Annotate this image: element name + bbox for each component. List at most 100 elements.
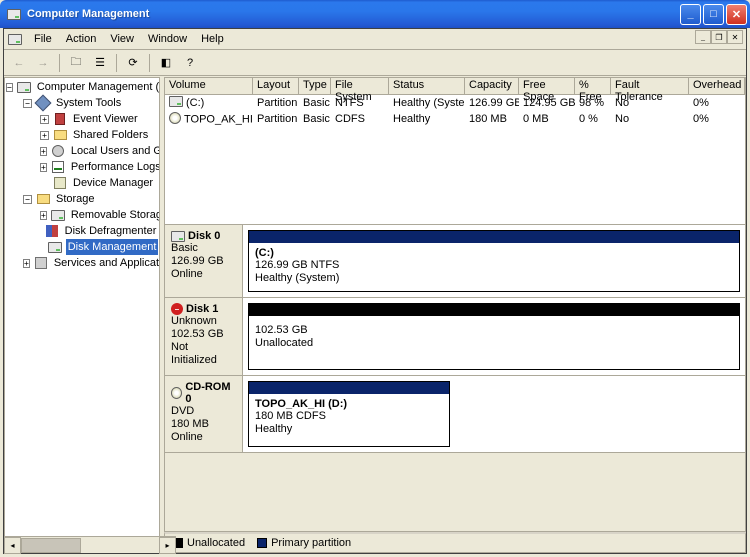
partition-size: 180 MB CDFS: [255, 410, 443, 423]
col-fs[interactable]: File System: [331, 78, 389, 94]
tree-diskmgmt[interactable]: Disk Management: [6, 239, 158, 255]
mdi-child-window: File Action View Window Help _ ❐ ✕ ← → 🗀…: [3, 28, 747, 554]
forward-button[interactable]: →: [32, 52, 54, 74]
disk-kind: DVD: [171, 405, 236, 418]
close-button[interactable]: ✕: [726, 4, 747, 25]
col-overhead[interactable]: Overhead: [689, 78, 745, 94]
col-type[interactable]: Type: [299, 78, 331, 94]
perf-icon: [50, 159, 66, 175]
tree-device-mgr[interactable]: Device Manager: [6, 175, 158, 191]
toolbar: ← → 🗀 ☰ ⟳ ◧ ?: [4, 50, 746, 76]
mdi-restore-button[interactable]: ❐: [711, 30, 727, 44]
menu-window[interactable]: Window: [141, 31, 194, 47]
tree-event-viewer[interactable]: +Event Viewer: [6, 111, 158, 127]
diskmgmt-icon: [47, 239, 63, 255]
legend: Unallocated Primary partition: [164, 532, 746, 553]
volume-list-header: Volume Layout Type File System Status Ca…: [165, 78, 745, 95]
mdi-minimize-button[interactable]: _: [695, 30, 711, 44]
volume-row[interactable]: TOPO_AK_HI (D:)PartitionBasicCDFSHealthy…: [165, 111, 745, 127]
menu-help[interactable]: Help: [194, 31, 231, 47]
shared-folders-icon: [52, 127, 68, 143]
col-fault[interactable]: Fault Tolerance: [611, 78, 689, 94]
disk-row: –Disk 1Unknown102.53 GBNot Initialized10…: [165, 298, 745, 376]
nav-tree-pane: −Computer Management (Local) −System Too…: [4, 77, 160, 553]
partition-status: Healthy: [255, 423, 443, 436]
disk-state: Online: [171, 431, 236, 444]
event-viewer-icon: [52, 111, 68, 127]
disk-partition[interactable]: (C:)126.99 GB NTFSHealthy (System): [248, 230, 740, 292]
mdi-close-button[interactable]: ✕: [727, 30, 743, 44]
disk-state: Online: [171, 268, 236, 281]
disk-size: 180 MB: [171, 418, 236, 431]
tree-system-tools[interactable]: −System Tools: [6, 95, 158, 111]
menu-bar: File Action View Window Help _ ❐ ✕: [4, 29, 746, 50]
partition-title: TOPO_AK_HI (D:): [255, 398, 443, 410]
tree-services[interactable]: +Services and Applications: [6, 255, 158, 271]
tree-perf-logs[interactable]: +Performance Logs and Alerts: [6, 159, 158, 175]
volume-list: Volume Layout Type File System Status Ca…: [164, 77, 746, 225]
disk-partition[interactable]: TOPO_AK_HI (D:)180 MB CDFSHealthy: [248, 381, 450, 447]
device-mgr-icon: [52, 175, 68, 191]
disk-size: 126.99 GB: [171, 255, 236, 268]
tree-root[interactable]: −Computer Management (Local): [6, 79, 158, 95]
maximize-button[interactable]: □: [703, 4, 724, 25]
disk-info[interactable]: CD-ROM 0DVD180 MBOnline: [165, 376, 243, 452]
tools-icon: [35, 95, 51, 111]
scroll-right-icon[interactable]: ▸: [159, 537, 160, 553]
disk-name: CD-ROM 0: [171, 381, 236, 405]
computer-icon: [16, 79, 32, 95]
tree-removable[interactable]: +Removable Storage: [6, 207, 158, 223]
back-button[interactable]: ←: [8, 52, 30, 74]
disk-row: Disk 0Basic126.99 GBOnline(C:)126.99 GB …: [165, 225, 745, 298]
disk-row: CD-ROM 0DVD180 MBOnlineTOPO_AK_HI (D:)18…: [165, 376, 745, 453]
partition-status: Healthy (System): [255, 272, 733, 285]
partition-size: 102.53 GB: [255, 324, 733, 337]
menu-view[interactable]: View: [103, 31, 141, 47]
tree-hscrollbar[interactable]: ◂ ▸: [4, 536, 160, 553]
legend-unallocated: Unallocated: [173, 537, 245, 549]
window-titlebar: Computer Management _ □ ✕: [0, 0, 750, 28]
partition-status: Unallocated: [255, 337, 733, 350]
disk-partition[interactable]: 102.53 GBUnallocated: [248, 303, 740, 370]
col-status[interactable]: Status: [389, 78, 465, 94]
volume-row[interactable]: (C:)PartitionBasicNTFSHealthy (System)12…: [165, 95, 745, 111]
col-layout[interactable]: Layout: [253, 78, 299, 94]
help-button[interactable]: ?: [179, 52, 201, 74]
disk-state: Not Initialized: [171, 341, 236, 367]
tree-storage[interactable]: −Storage: [6, 191, 158, 207]
minimize-button[interactable]: _: [680, 4, 701, 25]
tree-local-users[interactable]: +Local Users and Groups: [6, 143, 158, 159]
mdi-system-icon[interactable]: [7, 31, 23, 47]
col-pct[interactable]: % Free: [575, 78, 611, 94]
menu-action[interactable]: Action: [59, 31, 104, 47]
col-capacity[interactable]: Capacity: [465, 78, 519, 94]
disk-name: Disk 0: [171, 230, 236, 242]
tree-defrag[interactable]: Disk Defragmenter: [6, 223, 158, 239]
scroll-left-icon[interactable]: ◂: [4, 537, 21, 553]
refresh-button[interactable]: ⟳: [122, 52, 144, 74]
partition-size: 126.99 GB NTFS: [255, 259, 733, 272]
disk-graphical-view: Disk 0Basic126.99 GBOnline(C:)126.99 GB …: [164, 225, 746, 532]
up-button[interactable]: 🗀: [65, 52, 87, 74]
defrag-icon: [44, 223, 60, 239]
scroll-thumb[interactable]: [21, 538, 81, 553]
disk-name: –Disk 1: [171, 303, 236, 315]
disk-kind: Basic: [171, 242, 236, 255]
partition-title: (C:): [255, 247, 733, 259]
legend-primary: Primary partition: [257, 537, 351, 549]
tree-shared-folders[interactable]: +Shared Folders: [6, 127, 158, 143]
col-volume[interactable]: Volume: [165, 78, 253, 94]
storage-icon: [35, 191, 51, 207]
services-icon: [33, 255, 49, 271]
app-icon: [6, 6, 22, 22]
users-icon: [50, 143, 66, 159]
col-free[interactable]: Free Space: [519, 78, 575, 94]
properties-button[interactable]: ☰: [89, 52, 111, 74]
settings-button[interactable]: ◧: [155, 52, 177, 74]
disk-info[interactable]: Disk 0Basic126.99 GBOnline: [165, 225, 243, 297]
disk-kind: Unknown: [171, 315, 236, 328]
disk-info[interactable]: –Disk 1Unknown102.53 GBNot Initialized: [165, 298, 243, 375]
removable-icon: [50, 207, 66, 223]
menu-file[interactable]: File: [27, 31, 59, 47]
disk-size: 102.53 GB: [171, 328, 236, 341]
